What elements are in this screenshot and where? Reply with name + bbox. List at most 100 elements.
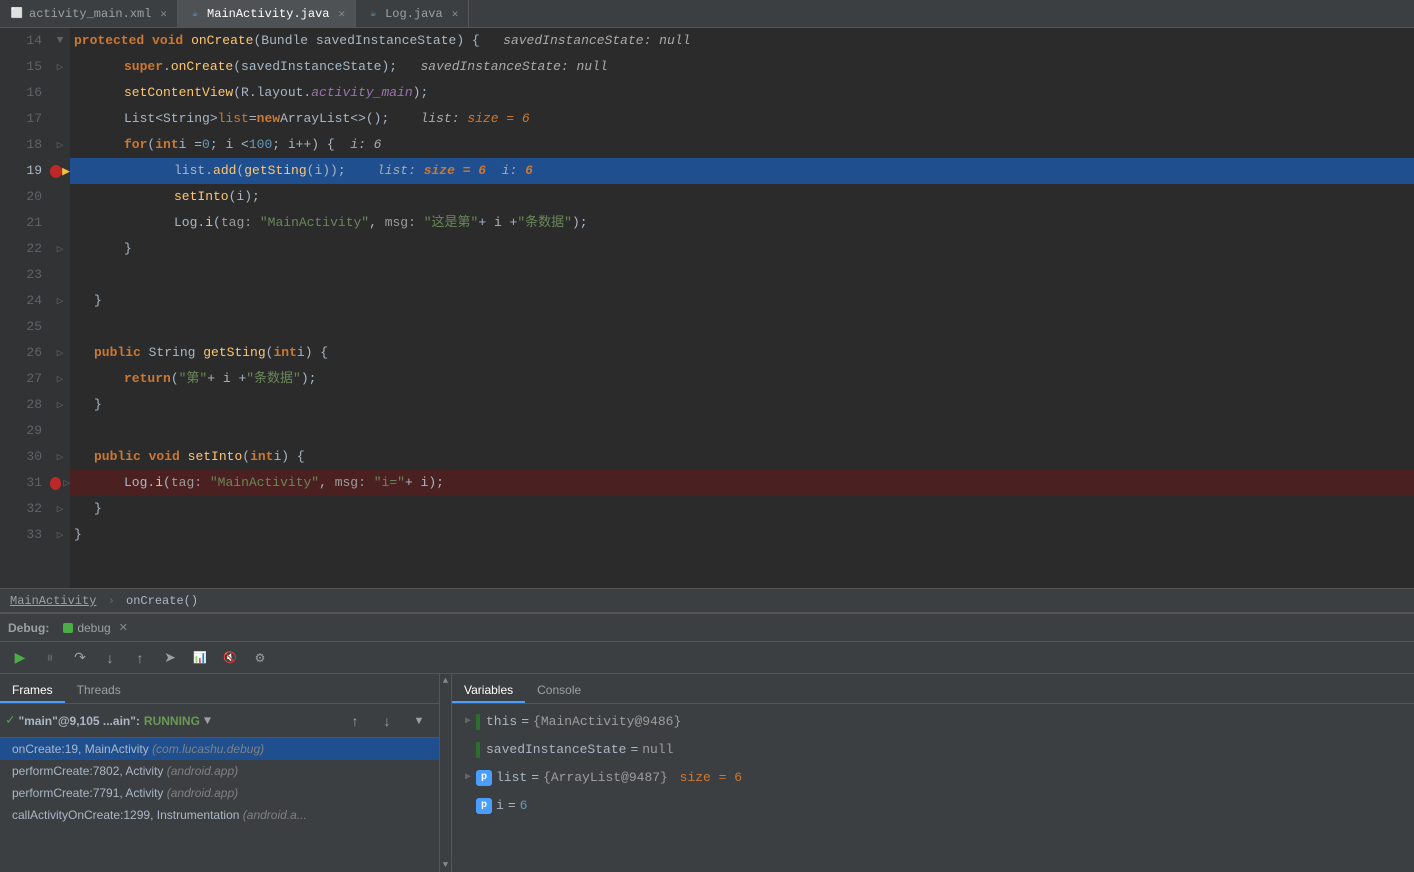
layout-name: activity_main	[311, 80, 412, 106]
var-item-saved: savedInstanceState = null	[452, 736, 1414, 764]
step-out-button[interactable]: ↑	[126, 646, 154, 670]
frames-filter-button[interactable]: ▼	[405, 709, 433, 733]
brace-close-22: }	[124, 236, 132, 262]
frame-item-0[interactable]: onCreate:19, MainActivity (com.lucashu.d…	[0, 738, 439, 760]
brace-close-24: }	[94, 288, 102, 314]
gutter-line-15[interactable]: ▷	[50, 54, 70, 80]
args-26: (	[266, 340, 274, 366]
plus-27: + i +	[207, 366, 246, 392]
frames-down-button[interactable]: ↓	[373, 709, 401, 733]
step-into-button[interactable]: ↓	[96, 646, 124, 670]
thread-dropdown-arrow[interactable]: ▼	[204, 714, 211, 728]
tab-log[interactable]: ☕ Log.java ✕	[356, 0, 469, 27]
tab-main-activity[interactable]: ☕ MainActivity.java ✕	[178, 0, 356, 27]
breakpoint-dot-19[interactable]	[50, 165, 62, 178]
code-line-21: Log.i( tag: "MainActivity", msg: "这是第" +…	[70, 210, 1414, 236]
debug-hint-19-ival: 6	[525, 158, 533, 184]
method-add-19: add	[213, 158, 236, 184]
tab-close-main-activity[interactable]: ✕	[338, 7, 345, 21]
resume-button[interactable]: ▶	[6, 646, 34, 670]
tab-variables[interactable]: Variables	[452, 679, 525, 703]
run-to-cursor-button[interactable]: ➤	[156, 646, 184, 670]
mute-breakpoints-button[interactable]: 🔇	[216, 646, 244, 670]
msg-label-31: msg:	[335, 470, 366, 496]
pause-button[interactable]: ⏸	[36, 646, 64, 670]
frames-scrollbar[interactable]: ▲ ▼	[440, 674, 452, 872]
gutter-line-19[interactable]: ▶	[50, 158, 70, 184]
evaluate-button[interactable]: 📊	[186, 646, 214, 670]
code-line-33: }	[70, 522, 1414, 548]
msg-label-21: msg:	[385, 210, 416, 236]
normal-args-15: (savedInstanceState);	[233, 54, 420, 80]
ln-20: 20	[0, 184, 42, 210]
scroll-up-arrow[interactable]: ▲	[443, 676, 448, 686]
frames-up-button[interactable]: ↑	[341, 709, 369, 733]
code-line-18: for (int i = 0; i < 100; i++) { i: 6	[70, 132, 1414, 158]
frame-item-2[interactable]: performCreate:7791, Activity (android.ap…	[0, 782, 439, 804]
normal-args-20: (i);	[229, 184, 260, 210]
gutter-line-26[interactable]: ▷	[50, 340, 70, 366]
gutter-line-18[interactable]: ▷	[50, 132, 70, 158]
code-line-19: list.add(getSting(i)); list: size = 6 i:…	[70, 158, 1414, 184]
string-mainactivity-31: "MainActivity"	[210, 470, 319, 496]
code-line-25	[70, 314, 1414, 340]
gutter-fold-31[interactable]: ▷	[63, 476, 70, 490]
debug-hint-19-list: list:	[377, 158, 416, 184]
tab-close-activity-main[interactable]: ✕	[160, 7, 167, 21]
param-30: i) {	[273, 444, 304, 470]
gutter-line-14[interactable]: ▼	[50, 28, 70, 54]
step-over-button[interactable]: ↷	[66, 646, 94, 670]
ln-17: 17	[0, 106, 42, 132]
gutter-line-30[interactable]: ▷	[50, 444, 70, 470]
thread-check-icon: ✓	[6, 712, 14, 729]
breadcrumb-class[interactable]: MainActivity	[10, 594, 96, 608]
gutter-line-31[interactable]: ▷	[50, 470, 70, 496]
var-icon-i: p	[476, 798, 492, 814]
code-line-30: public void setInto(int i) {	[70, 444, 1414, 470]
string-ieq: "i="	[374, 470, 405, 496]
gutter-line-32[interactable]: ▷	[50, 496, 70, 522]
code-lines: protected void onCreate(Bundle savedInst…	[70, 28, 1414, 588]
ln-24: 24	[0, 288, 42, 314]
var-expand-this[interactable]: ▶	[460, 711, 476, 733]
debug-session-close[interactable]: ✕	[119, 621, 128, 634]
ln-15: 15	[0, 54, 42, 80]
breakpoint-dot-31[interactable]	[50, 477, 61, 490]
string-tiao: "条数据"	[246, 366, 301, 392]
var-expand-list[interactable]: ▶	[460, 767, 476, 789]
paren-31: (	[163, 470, 171, 496]
variables-panel-tabs: Variables Console	[452, 674, 1414, 704]
tab-threads[interactable]: Threads	[65, 679, 133, 703]
debug-hint-17b: size = 6	[467, 106, 529, 132]
normal-for-18: (	[147, 132, 155, 158]
tab-label-main-activity: MainActivity.java	[207, 7, 329, 21]
var-eq-list: =	[531, 767, 539, 789]
gutter-line-27[interactable]: ▷	[50, 366, 70, 392]
gutter-line-22[interactable]: ▷	[50, 236, 70, 262]
debug-settings-button[interactable]: ⚙	[246, 646, 274, 670]
frame-item-3[interactable]: callActivityOnCreate:1299, Instrumentati…	[0, 804, 439, 826]
java-icon-main: ☕	[188, 7, 202, 21]
tab-activity-main[interactable]: ⬜ activity_main.xml ✕	[0, 0, 178, 27]
code-line-14: protected void onCreate(Bundle savedInst…	[70, 28, 1414, 54]
debug-hint-14: savedInstanceState: null	[503, 28, 690, 54]
ln-26: 26	[0, 340, 42, 366]
debug-hint-19-size: size = 6	[424, 158, 486, 184]
ln-25: 25	[0, 314, 42, 340]
code-line-29	[70, 418, 1414, 444]
debug-session-tab[interactable]: debug ✕	[57, 619, 134, 637]
tab-console[interactable]: Console	[525, 679, 593, 703]
frame-item-1[interactable]: performCreate:7802, Activity (android.ap…	[0, 760, 439, 782]
gutter-line-21	[50, 210, 70, 236]
code-line-32: }	[70, 496, 1414, 522]
gutter-line-28[interactable]: ▷	[50, 392, 70, 418]
gutter-line-24[interactable]: ▷	[50, 288, 70, 314]
frame-label-0: onCreate:19, MainActivity	[12, 742, 152, 756]
scroll-down-arrow[interactable]: ▼	[443, 860, 448, 870]
num-100: 100	[249, 132, 272, 158]
list-add-19: list.	[174, 158, 213, 184]
frame-package-3: (android.a...	[243, 808, 307, 822]
gutter-line-33[interactable]: ▷	[50, 522, 70, 548]
tab-frames[interactable]: Frames	[0, 679, 65, 703]
tab-close-log[interactable]: ✕	[452, 7, 459, 21]
